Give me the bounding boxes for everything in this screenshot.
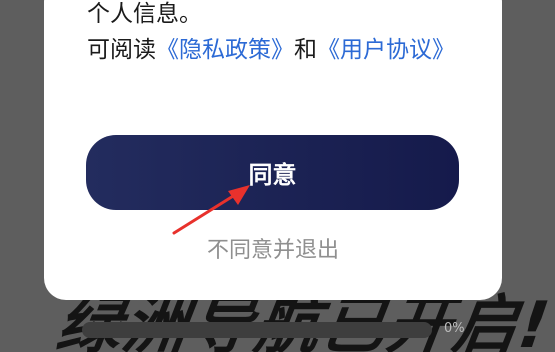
- read-prefix: 可阅读: [87, 37, 156, 63]
- progress-label: 0%: [444, 321, 465, 336]
- and-text: 和: [294, 37, 317, 63]
- privacy-dialog: 个人信息。 可阅读《隐私政策》和《用户协议》 同意 不同意并退出: [44, 0, 502, 300]
- user-agreement-link[interactable]: 《用户协议》: [317, 37, 455, 63]
- agree-button[interactable]: 同意: [86, 135, 459, 210]
- privacy-text: 个人信息。 可阅读《隐私政策》和《用户协议》: [87, 0, 457, 68]
- disagree-exit-button[interactable]: 不同意并退出: [44, 232, 502, 264]
- privacy-policy-link[interactable]: 《隐私政策》: [156, 37, 294, 63]
- privacy-text-line1: 个人信息。: [87, 1, 202, 27]
- background-progress-bar: [82, 322, 432, 338]
